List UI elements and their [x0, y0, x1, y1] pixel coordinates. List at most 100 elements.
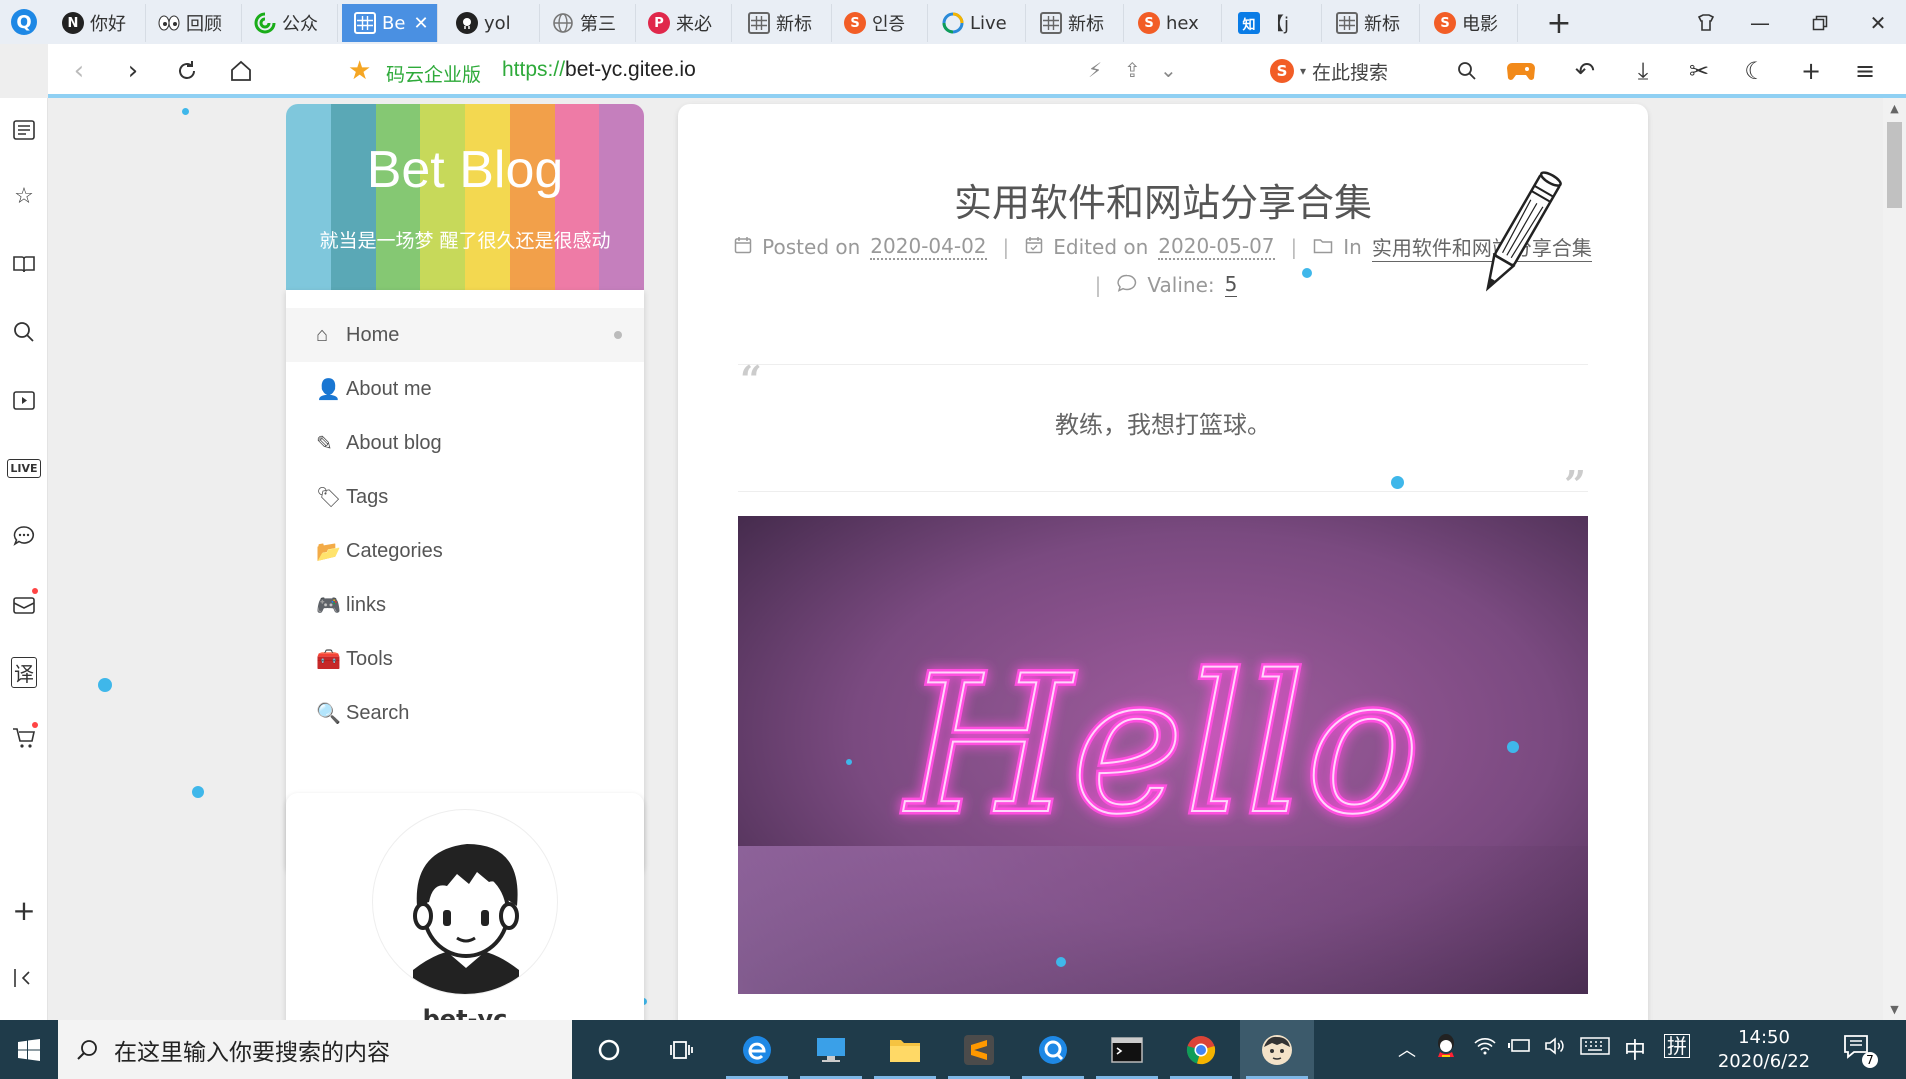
news-icon[interactable] [2, 112, 46, 148]
menu-item-search[interactable]: 🔍 Search [286, 686, 644, 740]
browser-tab[interactable]: Shex [1126, 4, 1222, 42]
search-sidebar-icon[interactable] [2, 314, 46, 350]
file-signature-icon: ✎ [316, 432, 333, 455]
bookmark-star-icon[interactable]: ☆ [2, 178, 46, 214]
browser-tab[interactable]: 新标 [1028, 4, 1124, 42]
add-sidebar-item-icon[interactable]: + [2, 892, 46, 928]
tab-close-icon[interactable]: ✕ [413, 13, 428, 34]
browser-tab[interactable]: P 来必 [636, 4, 732, 42]
cortana-icon[interactable] [572, 1020, 646, 1079]
browser-tab[interactable]: 公众 [242, 4, 338, 42]
menu-item-about-me[interactable]: 👤 About me [286, 362, 644, 416]
chat-icon[interactable] [2, 518, 46, 554]
home-button[interactable] [224, 54, 258, 88]
tray-expand-icon[interactable]: ︿ [1398, 1036, 1416, 1062]
browser-tab[interactable]: N 你好 [50, 4, 146, 42]
browser-tab[interactable]: Live [930, 4, 1026, 42]
tab-favicon-icon [748, 12, 770, 34]
lightning-icon[interactable]: ⚡ [1088, 58, 1102, 82]
magnifier-icon[interactable] [1450, 54, 1484, 88]
valine-label: Valine: [1147, 272, 1215, 297]
back-button[interactable]: ‹ [62, 54, 96, 88]
add-icon[interactable]: + [1794, 54, 1828, 88]
search-engine-dropdown-icon[interactable]: ▾ [1300, 64, 1306, 78]
scroll-up-arrow-icon[interactable]: ▲ [1883, 102, 1906, 115]
particle-dot [98, 678, 112, 692]
tab-favicon-icon [552, 12, 574, 34]
windows-start-button[interactable] [0, 1020, 58, 1079]
close-window-button[interactable]: ✕ [1858, 6, 1898, 40]
minimize-button[interactable]: — [1740, 6, 1780, 40]
page-scrollbar[interactable]: ▲ ▼ [1883, 98, 1906, 1020]
browser-tab[interactable]: 第三 [540, 4, 636, 42]
translate-icon[interactable]: 译 [2, 654, 46, 690]
chevron-down-icon[interactable]: ⌄ [1160, 58, 1177, 82]
live-icon[interactable]: LIVE [2, 450, 46, 486]
skin-icon[interactable] [1686, 6, 1726, 40]
browser-tab[interactable]: 新标 [736, 4, 832, 42]
share-icon[interactable]: ⇪ [1124, 58, 1141, 82]
menu-item-tools[interactable]: 🧰 Tools [286, 632, 644, 686]
blog-title[interactable]: Bet Blog [286, 140, 644, 200]
browser-tab[interactable]: S 인증 [832, 4, 928, 42]
undo-icon[interactable]: ↶ [1568, 54, 1602, 88]
particle-dot [1302, 268, 1312, 278]
ime-language-indicator[interactable]: 中 [1624, 1033, 1646, 1065]
chrome-icon[interactable] [1164, 1020, 1238, 1079]
browser-tab[interactable]: Be ✕ [342, 4, 438, 42]
remote-desktop-icon[interactable] [794, 1020, 868, 1079]
task-view-icon[interactable] [646, 1020, 720, 1079]
file-explorer-icon[interactable] [868, 1020, 942, 1079]
edited-date[interactable]: 2020-05-07 [1158, 234, 1275, 260]
browser-tab[interactable]: yol [444, 4, 540, 42]
cart-icon[interactable] [2, 720, 46, 756]
forward-button[interactable]: › [116, 54, 150, 88]
menu-item-categories[interactable]: 📂 Categories [286, 524, 644, 578]
image-viewer-icon[interactable] [1240, 1020, 1314, 1079]
browser-tab[interactable]: S 电影 [1422, 4, 1518, 42]
battery-icon[interactable] [1508, 1036, 1532, 1059]
edge-browser-icon[interactable] [720, 1020, 794, 1079]
favorite-star-icon[interactable]: ★ [348, 56, 371, 86]
menu-item-home[interactable]: ⌂ Home [286, 308, 644, 362]
collapse-sidebar-icon[interactable] [2, 960, 46, 996]
ime-mode-indicator[interactable]: 拼 [1664, 1034, 1690, 1058]
browser-tab[interactable]: 回顾 [146, 4, 242, 42]
browser-tab[interactable]: 知【j [1226, 4, 1322, 42]
book-icon[interactable] [2, 246, 46, 282]
volume-icon[interactable] [1544, 1036, 1566, 1061]
taskbar-search-box[interactable]: 在这里输入你要搜索的内容 [58, 1020, 572, 1079]
author-avatar[interactable] [372, 809, 558, 995]
comment-count[interactable]: 5 [1224, 272, 1238, 297]
video-icon[interactable] [2, 382, 46, 418]
menu-icon[interactable]: ≡ [1848, 54, 1882, 88]
qq-browser-logo[interactable]: Q [0, 0, 48, 44]
mail-icon[interactable] [2, 586, 46, 622]
menu-item-about-blog[interactable]: ✎ About blog [286, 416, 644, 470]
menu-item-links[interactable]: 🎮 links [286, 578, 644, 632]
qq-tray-icon[interactable] [1434, 1032, 1458, 1065]
menu-item-tags[interactable]: 🏷 Tags [286, 470, 644, 524]
night-mode-icon[interactable]: ☾ [1738, 54, 1772, 88]
terminal-icon[interactable] [1090, 1020, 1164, 1079]
scroll-down-arrow-icon[interactable]: ▼ [1883, 1003, 1906, 1016]
keyboard-icon[interactable] [1580, 1036, 1610, 1061]
user-edit-icon: 👤 [316, 378, 341, 401]
sogou-search-icon[interactable]: S [1270, 59, 1294, 83]
url-field[interactable]: https://bet-yc.gitee.io [502, 58, 696, 82]
download-icon[interactable]: ⤓ [1626, 54, 1660, 88]
wifi-icon[interactable] [1474, 1036, 1496, 1061]
refresh-button[interactable] [170, 54, 204, 88]
sublime-text-icon[interactable] [942, 1020, 1016, 1079]
posted-date[interactable]: 2020-04-02 [870, 234, 987, 260]
post-cover-image[interactable]: Hello Hello [738, 516, 1588, 994]
system-clock[interactable]: 14:50 2020/6/22 [1704, 1026, 1824, 1074]
site-tag[interactable]: 码云企业版 [386, 60, 481, 87]
qq-browser-taskbar-icon[interactable] [1016, 1020, 1090, 1079]
game-controller-icon[interactable] [1504, 54, 1538, 88]
scissors-icon[interactable]: ✂ [1682, 54, 1716, 88]
restore-button[interactable] [1800, 6, 1840, 40]
new-tab-button[interactable]: + [1542, 6, 1576, 41]
browser-tab[interactable]: 新标 [1324, 4, 1420, 42]
scrollbar-thumb[interactable] [1887, 122, 1902, 208]
